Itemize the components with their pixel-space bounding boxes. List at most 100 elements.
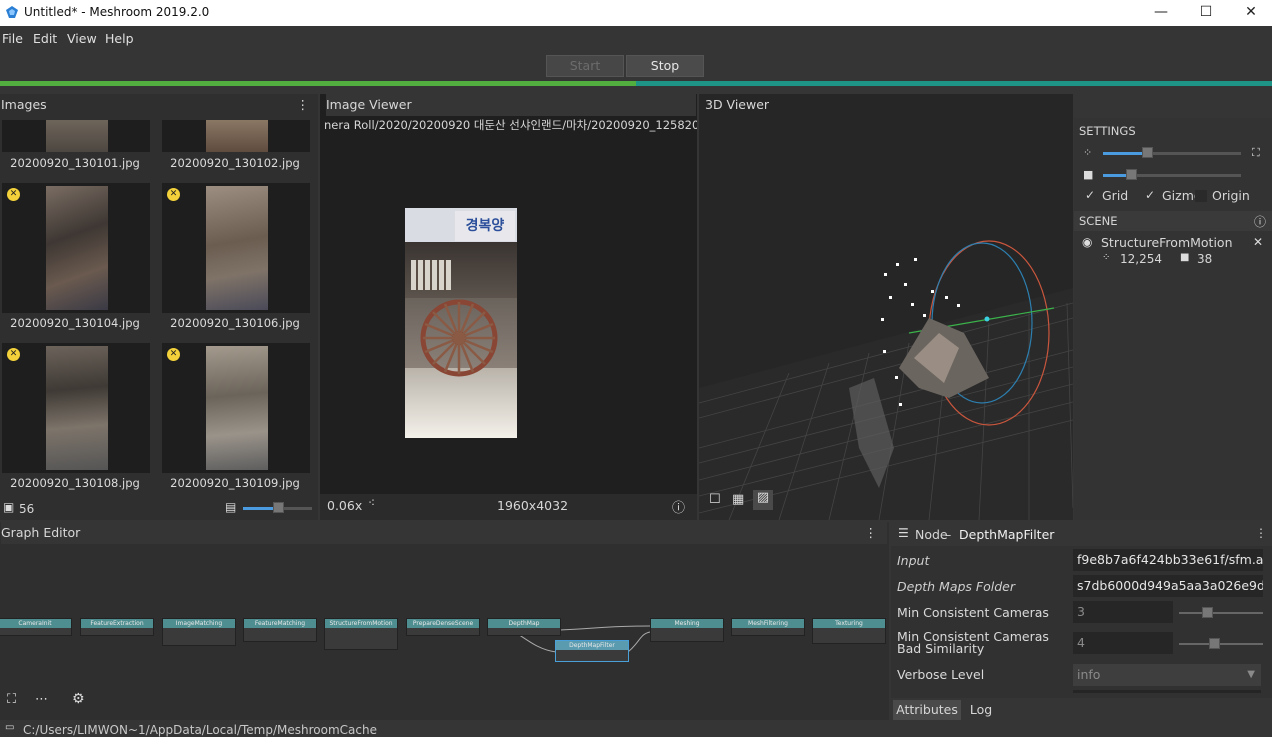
node-title: CameraInit bbox=[0, 619, 71, 628]
bad-similarity-slider[interactable] bbox=[1179, 643, 1263, 645]
more-vert-icon[interactable]: ⋮ bbox=[865, 522, 878, 544]
graph-node-selected[interactable]: DepthMapFilter bbox=[555, 640, 629, 662]
min-consistent-cameras-slider[interactable] bbox=[1179, 612, 1263, 614]
tab-log[interactable]: Log bbox=[963, 700, 999, 720]
graph-node[interactable]: DepthMap bbox=[487, 618, 561, 636]
window-title: Untitled* - Meshroom 2019.2.0 bbox=[24, 5, 210, 19]
settings-panel: SETTINGS ⁘ ⛶ ■ ✓ Grid ✓ Gizmo Origin SCE… bbox=[1074, 118, 1272, 520]
tab-attributes[interactable]: Attributes bbox=[893, 700, 961, 720]
grid-checkbox[interactable]: ✓ bbox=[1085, 188, 1095, 202]
status-bar: ▭ C:/Users/LIMWON~1/AppData/Local/Temp/M… bbox=[0, 720, 1272, 737]
image-icon: ▣ bbox=[3, 500, 15, 514]
verbose-level-select[interactable]: info ▼ bbox=[1073, 664, 1261, 686]
fit-all-icon[interactable]: ⛶ bbox=[7, 692, 16, 707]
progress-bar bbox=[0, 81, 1272, 86]
attr-depth-maps-folder-field[interactable]: s7db6000d949a5aa3a026e9d00f bbox=[1073, 575, 1263, 597]
toolbar: Start Stop bbox=[0, 50, 1272, 80]
view-mode-buttons: ☐ ▦ ▨ bbox=[703, 490, 773, 512]
attr-input-field[interactable]: f9e8b7a6f424bb33e61f/sfm.abc bbox=[1073, 549, 1263, 571]
textured-view-icon[interactable]: ▨ bbox=[753, 490, 773, 510]
3d-viewer-title: 3D Viewer bbox=[705, 97, 770, 112]
warning-badge-icon: ✕ bbox=[7, 348, 20, 361]
graph-node[interactable]: PrepareDenseScene bbox=[406, 618, 480, 636]
scene-item-name[interactable]: StructureFromMotion bbox=[1101, 235, 1233, 250]
menu-file[interactable]: File bbox=[2, 31, 23, 46]
menu-help[interactable]: Help bbox=[105, 31, 134, 46]
graph-node[interactable]: CameraInit bbox=[0, 618, 72, 636]
thumbnail[interactable] bbox=[2, 120, 150, 152]
origin-checkbox[interactable] bbox=[1195, 190, 1207, 202]
wireframe-view-icon[interactable]: ▦ bbox=[732, 492, 744, 507]
solid-view-icon[interactable]: ☐ bbox=[709, 492, 721, 507]
image-count: 56 bbox=[19, 502, 35, 516]
progress-fill bbox=[0, 81, 636, 86]
settings-title: SETTINGS bbox=[1079, 124, 1136, 138]
points-icon[interactable]: ⁖ bbox=[368, 496, 375, 510]
node-dash: – bbox=[945, 527, 952, 542]
attr-label-depth-maps-folder: Depth Maps Folder bbox=[897, 579, 1015, 594]
start-button[interactable]: Start bbox=[546, 55, 624, 77]
graph-node[interactable]: ImageMatching bbox=[162, 618, 236, 646]
remove-icon[interactable]: ✕ bbox=[1253, 235, 1263, 249]
graph-node[interactable]: MeshFiltering bbox=[731, 618, 805, 636]
graph-node[interactable]: FeatureExtraction bbox=[80, 618, 154, 636]
point-count: 12,254 bbox=[1120, 252, 1162, 266]
slider-handle[interactable] bbox=[273, 502, 284, 513]
menu-view[interactable]: View bbox=[67, 31, 97, 46]
graph-node[interactable]: Texturing bbox=[812, 618, 886, 644]
stop-button[interactable]: Stop bbox=[626, 55, 704, 77]
maximize-button[interactable]: ☐ bbox=[1183, 0, 1229, 26]
menu-bar: File Edit View Help bbox=[0, 26, 1272, 50]
thumbnail[interactable] bbox=[162, 120, 310, 152]
fit-view-icon[interactable]: ⛶ bbox=[1252, 146, 1260, 160]
thumbnail[interactable]: ✕ bbox=[162, 183, 310, 313]
gear-icon[interactable]: ⚙ bbox=[72, 691, 85, 707]
wagon-wheel bbox=[420, 299, 498, 377]
node-header: ☰ Node – DepthMapFilter ⋮ bbox=[891, 522, 1272, 546]
graph-node[interactable]: Meshing bbox=[650, 618, 724, 642]
3d-scene[interactable] bbox=[699, 118, 1073, 520]
image-viewer-header: Image Viewer bbox=[326, 94, 696, 116]
slider-handle[interactable] bbox=[1209, 638, 1220, 649]
attr-label-verbose-level: Verbose Level bbox=[897, 667, 985, 682]
attr-min-consistent-cameras-field[interactable]: 3 bbox=[1073, 601, 1173, 623]
3d-viewer-header: 3D Viewer bbox=[705, 94, 1075, 116]
attr-bad-similarity-field[interactable]: 4 bbox=[1073, 632, 1173, 654]
thumbnail[interactable]: ✕ bbox=[2, 343, 150, 473]
close-button[interactable]: ✕ bbox=[1228, 0, 1272, 26]
thumbnail[interactable]: ✕ bbox=[162, 343, 310, 473]
graph-node[interactable]: StructureFromMotion bbox=[324, 618, 398, 650]
minimize-button[interactable]: — bbox=[1138, 0, 1184, 26]
camera-scale-slider[interactable] bbox=[1103, 174, 1241, 177]
point-size-icon: ⁘ bbox=[1083, 146, 1093, 159]
scene-header: SCENE ⓘ bbox=[1074, 211, 1272, 231]
menu-edit[interactable]: Edit bbox=[33, 31, 57, 46]
graph-editor-title: Graph Editor bbox=[1, 525, 81, 540]
origin-label: Origin bbox=[1212, 188, 1250, 203]
thumbnail-name: 20200920_130108.jpg bbox=[10, 476, 140, 490]
warning-badge-icon: ✕ bbox=[167, 188, 180, 201]
attr-label-input: Input bbox=[897, 553, 930, 568]
thumbnail[interactable]: ✕ bbox=[2, 183, 150, 313]
eye-icon[interactable]: ◉ bbox=[1082, 235, 1092, 249]
image-viewer-title: Image Viewer bbox=[326, 97, 412, 112]
grid-label: Grid bbox=[1102, 188, 1129, 203]
gizmo-checkbox[interactable]: ✓ bbox=[1145, 188, 1155, 202]
info-icon[interactable]: ⓘ bbox=[672, 497, 685, 516]
slider-handle[interactable] bbox=[1126, 169, 1137, 180]
thumbnail-name: 20200920_130102.jpg bbox=[170, 156, 300, 170]
more-vert-icon[interactable]: ⋮ bbox=[297, 94, 310, 116]
more-vert-icon[interactable]: ⋮ bbox=[1255, 526, 1267, 540]
node-tabs: Attributes Log bbox=[891, 698, 1272, 720]
thumbnail-size-icon: ▤ bbox=[225, 500, 237, 514]
layout-icon[interactable]: ⋯ bbox=[35, 692, 48, 707]
point-size-slider[interactable] bbox=[1103, 152, 1241, 155]
graph-node[interactable]: FeatureMatching bbox=[243, 618, 317, 642]
info-icon[interactable]: ⓘ bbox=[1254, 213, 1266, 230]
folder-icon[interactable]: ▭ bbox=[5, 722, 14, 733]
node-title: MeshFiltering bbox=[732, 619, 804, 628]
slider-handle[interactable] bbox=[1142, 147, 1153, 158]
slider-handle[interactable] bbox=[1202, 607, 1213, 618]
cache-path: C:/Users/LIMWON~1/AppData/Local/Temp/Mes… bbox=[23, 723, 377, 737]
images-panel: Images ⋮ 20200920_130101.jpg 20200920_13… bbox=[0, 94, 318, 520]
